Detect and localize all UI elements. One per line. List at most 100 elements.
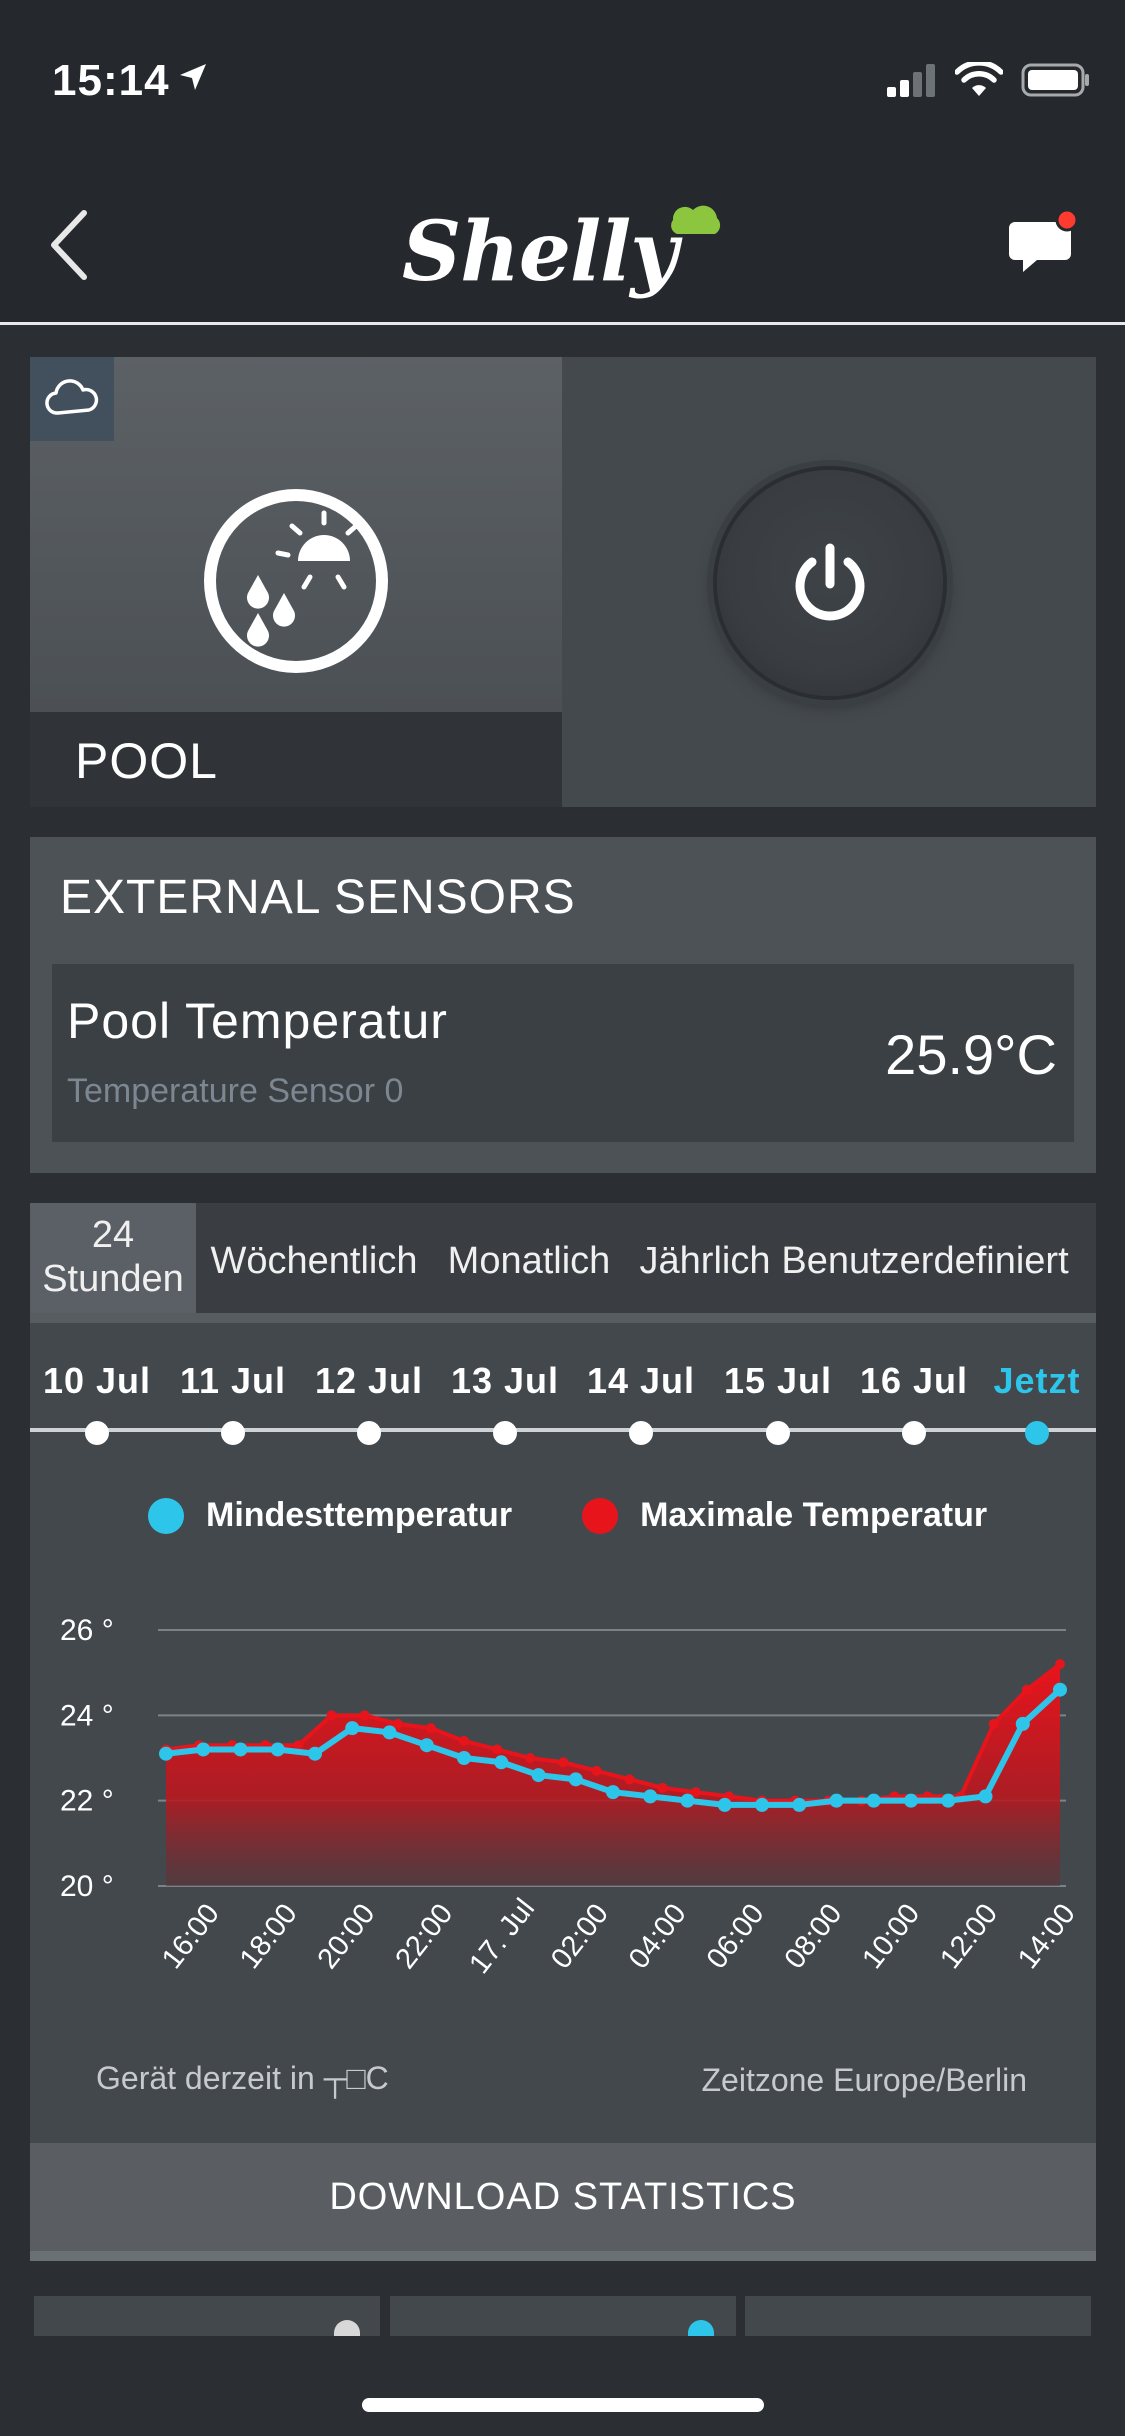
battery-icon: [1021, 63, 1089, 97]
min-temperature-point: [717, 1797, 732, 1812]
status-time: 15:14: [52, 56, 170, 105]
device-name: POOL: [75, 733, 218, 789]
x-tick-label: 16:00: [156, 1898, 226, 1975]
min-temperature-point: [829, 1793, 844, 1808]
max-temperature-point: [988, 1718, 999, 1729]
max-temperature-point: [459, 1735, 469, 1746]
min-temperature-point: [196, 1742, 211, 1757]
cloud-icon: [45, 379, 99, 415]
date-label[interactable]: 10 Jul: [43, 1360, 151, 1402]
max-temperature-point: [591, 1765, 602, 1776]
temperature-chart: 26 ° 24 ° 22 ° 20 ° 16:00 18:00 20:00 22:00 17. …: [60, 1614, 1082, 1980]
tab-underline-strip: [30, 1313, 1096, 1323]
shelly-logo: Shelly: [390, 190, 735, 300]
bottom-tile-2[interactable]: [390, 2296, 736, 2336]
date-dot[interactable]: [493, 1421, 517, 1445]
y-tick-label: 26 °: [60, 1614, 114, 1647]
x-tick-label: 18:00: [234, 1898, 304, 1975]
min-temperature-point: [792, 1797, 807, 1812]
max-temperature-point: [525, 1753, 536, 1763]
min-temperature-point: [531, 1768, 546, 1783]
date-dot[interactable]: [1025, 1421, 1049, 1445]
max-temperature-point: [624, 1774, 635, 1785]
sensor-name: Pool Temperatur: [67, 993, 448, 1049]
date-dot[interactable]: [357, 1421, 381, 1445]
status-icons: [885, 62, 1091, 98]
home-indicator[interactable]: [362, 2398, 764, 2412]
max-temperature-point: [558, 1757, 569, 1768]
tab-monatlich[interactable]: Monatlich: [432, 1203, 626, 1321]
date-timeline-line: [30, 1428, 1096, 1432]
date-dot[interactable]: [85, 1421, 109, 1445]
min-temperature-point: [941, 1793, 956, 1808]
date-label[interactable]: 14 Jul: [587, 1360, 695, 1402]
bottom-tile-3[interactable]: [745, 2296, 1091, 2336]
y-tick-label: 22 °: [60, 1785, 114, 1818]
x-tick-label: 22:00: [389, 1898, 459, 1975]
min-temperature-point: [643, 1789, 658, 1804]
date-dot[interactable]: [629, 1421, 653, 1445]
min-temperature-point: [680, 1793, 695, 1808]
max-temperature-point: [1055, 1659, 1065, 1670]
min-temperature-point: [978, 1789, 993, 1804]
date-label[interactable]: 16 Jul: [860, 1360, 968, 1402]
x-tick-label: 06:00: [701, 1898, 771, 1975]
sensors-title: EXTERNAL SENSORS: [60, 871, 576, 924]
tab-24-line2: Stunden: [42, 1258, 184, 1300]
min-temperature-point: [419, 1738, 434, 1753]
tab-24-stunden[interactable]: 24 Stunden: [30, 1203, 196, 1321]
y-tick-label: 24 °: [60, 1699, 114, 1732]
tab-woechentlich[interactable]: Wöchentlich: [196, 1203, 432, 1321]
min-temperature-point: [1053, 1682, 1067, 1697]
download-statistics-button[interactable]: DOWNLOAD STATISTICS: [30, 2143, 1096, 2251]
signal-icon: [887, 64, 935, 97]
date-label[interactable]: 11 Jul: [180, 1360, 286, 1402]
notifications-button[interactable]: [1009, 208, 1079, 278]
max-temperature-point: [425, 1723, 436, 1734]
min-temperature-point: [382, 1725, 397, 1740]
date-label[interactable]: 13 Jul: [451, 1360, 559, 1402]
logo-text: Shelly: [402, 204, 678, 300]
back-button[interactable]: [40, 205, 110, 285]
legend-max-label: Maximale Temperatur: [640, 1496, 988, 1534]
x-tick-label: 02:00: [545, 1898, 615, 1975]
location-arrow-icon: [180, 64, 206, 90]
date-dot[interactable]: [221, 1421, 245, 1445]
sensor-value: 25.9°C: [885, 1023, 1057, 1086]
max-temperature-point: [359, 1710, 370, 1721]
chat-bubble-icon: [1009, 208, 1079, 272]
x-tick-label: 17. Jul: [463, 1893, 541, 1980]
power-button[interactable]: [717, 470, 943, 696]
weather-device-icon: [204, 489, 388, 673]
timezone-note: Zeitzone Europe/Berlin: [701, 2062, 1027, 2098]
y-tick-label: 20 °: [60, 1870, 114, 1903]
date-label[interactable]: Jetzt: [993, 1360, 1080, 1402]
legend-min-label: Mindesttemperatur: [206, 1496, 513, 1534]
power-icon: [795, 543, 865, 621]
x-tick-label: 12:00: [934, 1898, 1004, 1975]
wifi-icon: [955, 62, 1003, 96]
min-temperature-point: [568, 1772, 583, 1787]
cloud-status-badge: [30, 357, 114, 441]
max-temperature-point: [492, 1744, 503, 1755]
x-tick-label: 10:00: [856, 1898, 926, 1975]
tab-jaehrlich[interactable]: Jährlich: [626, 1203, 784, 1321]
sensor-subtitle: Temperature Sensor 0: [67, 1072, 404, 1110]
date-label[interactable]: 15 Jul: [724, 1360, 832, 1402]
bottom-tile-1[interactable]: [34, 2296, 380, 2336]
date-dot[interactable]: [902, 1421, 926, 1445]
min-temperature-point: [866, 1793, 881, 1808]
tab-benutzerdefiniert[interactable]: Benutzerdefiniert: [781, 1203, 1068, 1321]
legend-max-dot: [582, 1497, 619, 1534]
min-temperature-point: [270, 1742, 285, 1757]
max-temperature-point: [326, 1710, 337, 1721]
chart-legend: Mindesttemperatur Maximale Temperatur: [148, 1496, 987, 1535]
period-tabs: 24 Stunden Wöchentlich Monatlich Jährlich…: [30, 1203, 1096, 1321]
x-tick-label: 08:00: [779, 1898, 849, 1975]
bottom-safe-area: [0, 2336, 1125, 2436]
date-dot[interactable]: [766, 1421, 790, 1445]
min-temperature-point: [233, 1742, 248, 1757]
date-label[interactable]: 12 Jul: [315, 1360, 423, 1402]
x-tick-label: 04:00: [623, 1898, 693, 1975]
min-temperature-point: [1015, 1716, 1030, 1731]
